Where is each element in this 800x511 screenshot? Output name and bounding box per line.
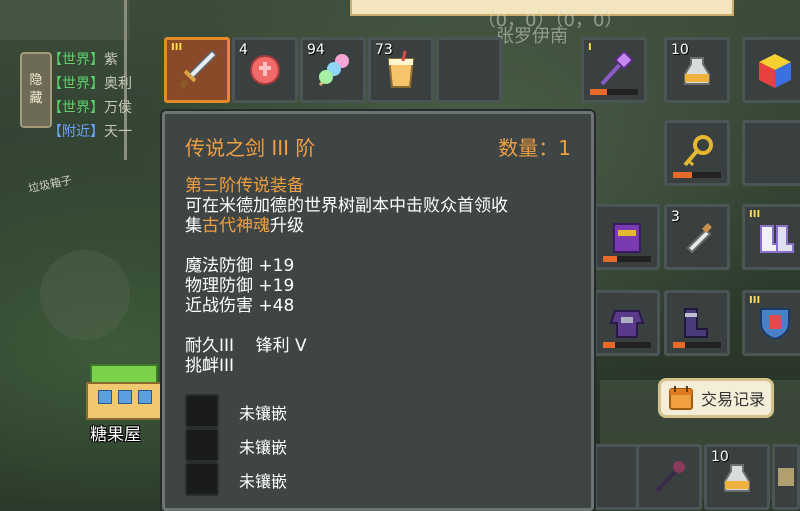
slot-dark-staff[interactable] <box>636 444 702 510</box>
slot-empty[interactable] <box>742 120 800 186</box>
shield-emblem-icon <box>760 308 790 341</box>
durability-bar <box>673 342 721 348</box>
chat-panel[interactable]: 【世界】紫 【世界】奥利 【世界】万侯 【附近】天一 <box>48 48 168 144</box>
white-boots-icon <box>760 225 794 253</box>
candy-house-building[interactable] <box>84 364 164 420</box>
hide-label-2: 藏 <box>29 91 43 106</box>
hide-label-1: 隐 <box>29 73 43 88</box>
socket-label: 未镶嵌 <box>239 404 288 423</box>
item-description: 第三阶传说装备 可在米德加德的世界树副本中击败众首领收 集古代神魂升级 魔法防御… <box>185 176 585 376</box>
slot-sling-bottle[interactable]: 10 <box>664 37 730 103</box>
chat-message: 奥利 <box>104 76 132 92</box>
chat-line: 【世界】万侯 <box>48 96 168 120</box>
slot-red-meat[interactable]: 4 <box>232 37 298 103</box>
chat-channel: 【世界】 <box>48 52 104 68</box>
slot-candy-skewer[interactable]: 94 <box>300 37 366 103</box>
candy-house-label: 糖果屋 <box>90 425 141 445</box>
purple-book-icon <box>613 223 641 253</box>
red-meat-icon <box>249 54 281 86</box>
stat-line: 近战伤害 +48 <box>185 296 295 316</box>
chat-message: 天一 <box>104 124 132 140</box>
slot-juice[interactable]: 73 <box>368 37 434 103</box>
durability-fill <box>603 256 618 262</box>
chat-channel: 【附近】 <box>48 124 104 140</box>
desc-highlight: 古代神魂 <box>202 216 270 236</box>
purple-armor-icon <box>609 310 645 338</box>
socket-label: 未镶嵌 <box>239 472 288 491</box>
trade-record-button[interactable]: 交易记录 <box>658 378 774 418</box>
slot-sling-bottle[interactable]: 10 <box>704 444 770 510</box>
calendar-icon <box>669 386 693 410</box>
slot-magic-staff[interactable]: I <box>581 37 647 103</box>
slot-gear-item[interactable] <box>772 444 800 510</box>
slot-purple-boots[interactable] <box>664 290 730 356</box>
candy-skewer-icon <box>318 54 349 87</box>
purple-boots-icon <box>684 308 708 338</box>
potion-bottle-icon <box>686 223 712 254</box>
legendary-sword-icon <box>179 49 218 89</box>
item-name: 传说之剑 III 阶 <box>185 136 316 160</box>
item-tooltip: 传说之剑 III 阶 数量：1 第三阶传说装备 可在米德加德的世界树副本中击败众… <box>162 111 594 511</box>
house-window <box>118 390 132 404</box>
gem-socket[interactable] <box>185 462 219 496</box>
item-quantity: 数量：1 <box>498 136 571 160</box>
chat-message: 万侯 <box>104 100 132 116</box>
enchant-line: 挑衅III <box>185 356 235 376</box>
gem-socket[interactable] <box>185 428 219 462</box>
slot-purple-book[interactable] <box>594 204 660 270</box>
house-window <box>98 390 112 404</box>
durability-fill <box>673 342 685 348</box>
durability-bar <box>603 256 651 262</box>
house-window <box>138 390 152 404</box>
slot-white-boots[interactable]: III <box>742 204 800 270</box>
chat-line: 【附近】天一 <box>48 120 168 144</box>
slot-empty[interactable] <box>436 37 502 103</box>
chat-channel: 【世界】 <box>48 100 104 116</box>
chat-line: 【世界】奥利 <box>48 72 168 96</box>
slot-shield-emblem[interactable]: III <box>742 290 800 356</box>
durability-fill <box>673 172 693 178</box>
slot-potion-bottle[interactable]: 3 <box>664 204 730 270</box>
slot-color-cube[interactable] <box>742 37 800 103</box>
slot-golden-key[interactable] <box>664 120 730 186</box>
juice-drink-icon <box>387 50 415 88</box>
sling-bottle-icon <box>724 464 750 492</box>
stat-line: 物理防御 +19 <box>185 276 295 296</box>
enchant-line: 耐久III 锋利 V <box>185 336 307 356</box>
desc-line-2: 集古代神魂升级 <box>185 216 585 236</box>
desc-text: 升级 <box>270 216 304 236</box>
gear-item-icon <box>778 468 794 486</box>
desc-text: 集 <box>185 216 202 236</box>
background-player-name: 张罗伊南 <box>496 26 568 47</box>
durability-fill <box>590 89 607 95</box>
durability-bar <box>603 342 651 348</box>
trade-record-label: 交易记录 <box>701 390 766 409</box>
chat-line: 【世界】紫 <box>48 48 168 72</box>
chat-message: 紫 <box>104 52 118 68</box>
dark-staff-icon <box>655 461 685 493</box>
gem-socket[interactable] <box>185 394 219 428</box>
color-cube-icon <box>759 54 791 88</box>
item-subtitle: 第三阶传说装备 <box>185 176 304 196</box>
stat-line: 魔法防御 +19 <box>185 256 295 276</box>
golden-key-icon <box>683 135 713 167</box>
socket-label: 未镶嵌 <box>239 438 288 457</box>
tier-label: I <box>588 42 592 53</box>
durability-bar <box>673 172 721 178</box>
slot-legendary-sword[interactable]: III <box>164 37 230 103</box>
durability-bar <box>590 89 638 95</box>
desc-line-1: 可在米德加德的世界树副本中击败众首领收 <box>185 196 508 216</box>
sling-bottle-icon <box>684 57 710 85</box>
chat-channel: 【世界】 <box>48 76 104 92</box>
magic-staff-icon <box>600 50 634 86</box>
slot-purple-armor[interactable] <box>594 290 660 356</box>
durability-fill <box>603 342 615 348</box>
